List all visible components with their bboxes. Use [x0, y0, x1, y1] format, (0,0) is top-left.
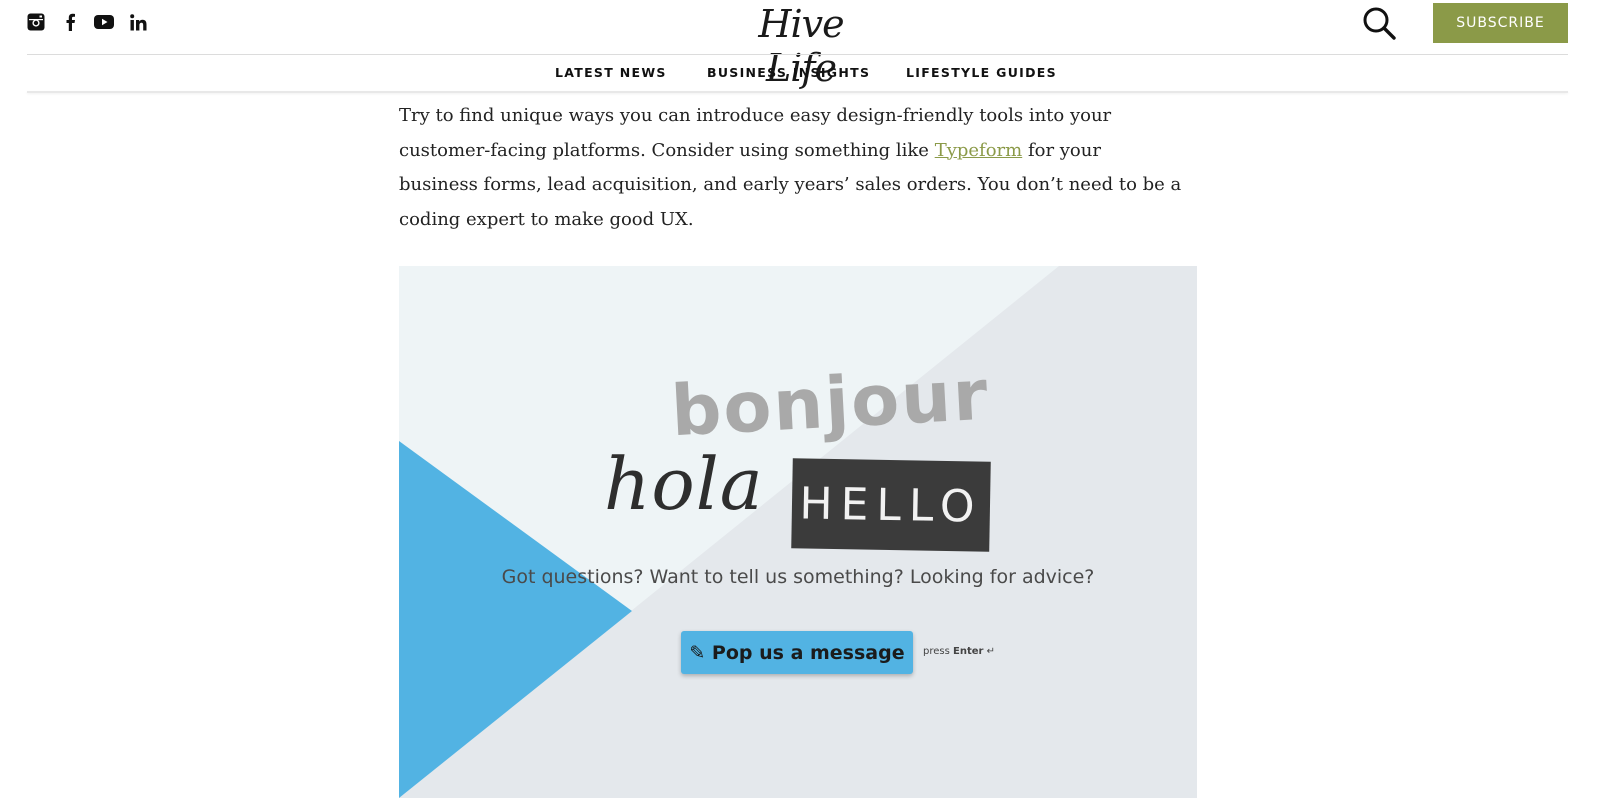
youtube-icon[interactable] [94, 12, 114, 32]
enter-icon: ↵ [986, 646, 996, 657]
facebook-icon[interactable] [60, 12, 80, 32]
promo-question: Got questions? Want to tell us something… [501, 566, 1095, 588]
hola-text: hola [604, 442, 764, 526]
nav-item-business-insights[interactable]: BUSINESS INSIGHTS [707, 65, 870, 80]
linkedin-icon[interactable] [128, 12, 148, 32]
top-bar: Hive Life SUBSCRIBE [0, 0, 1600, 90]
article-paragraph: Try to find unique ways you can introduc… [399, 99, 1185, 237]
search-icon[interactable] [1362, 6, 1396, 40]
typeform-promo-image: bonjour hola HELLO Got questions? Want t… [399, 266, 1197, 798]
typeform-link[interactable]: Typeform [935, 140, 1023, 161]
press-prefix: press [923, 646, 950, 657]
nav-divider [27, 91, 1568, 93]
press-enter-hint: press Enter ↵ [923, 646, 995, 657]
hello-text: HELLO [799, 477, 983, 533]
main-nav: LATEST NEWS BUSINESS INSIGHTS LIFESTYLE … [0, 55, 1600, 92]
article-body: Try to find unique ways you can introduc… [399, 99, 1185, 237]
pop-message-label: Pop us a message [711, 641, 905, 664]
bonjour-text: bonjour [669, 353, 992, 453]
pencil-icon: ✎ [689, 641, 706, 664]
press-key: Enter [953, 646, 984, 657]
pop-message-button[interactable]: ✎ Pop us a message [681, 631, 913, 674]
social-links [26, 12, 148, 32]
nav-item-latest-news[interactable]: LATEST NEWS [555, 65, 667, 80]
nav-item-lifestyle-guides[interactable]: LIFESTYLE GUIDES [906, 65, 1057, 80]
subscribe-button[interactable]: SUBSCRIBE [1433, 3, 1568, 43]
instagram-icon[interactable] [26, 12, 46, 32]
hello-badge: HELLO [791, 458, 991, 552]
site-logo[interactable]: Hive Life [742, 2, 860, 90]
